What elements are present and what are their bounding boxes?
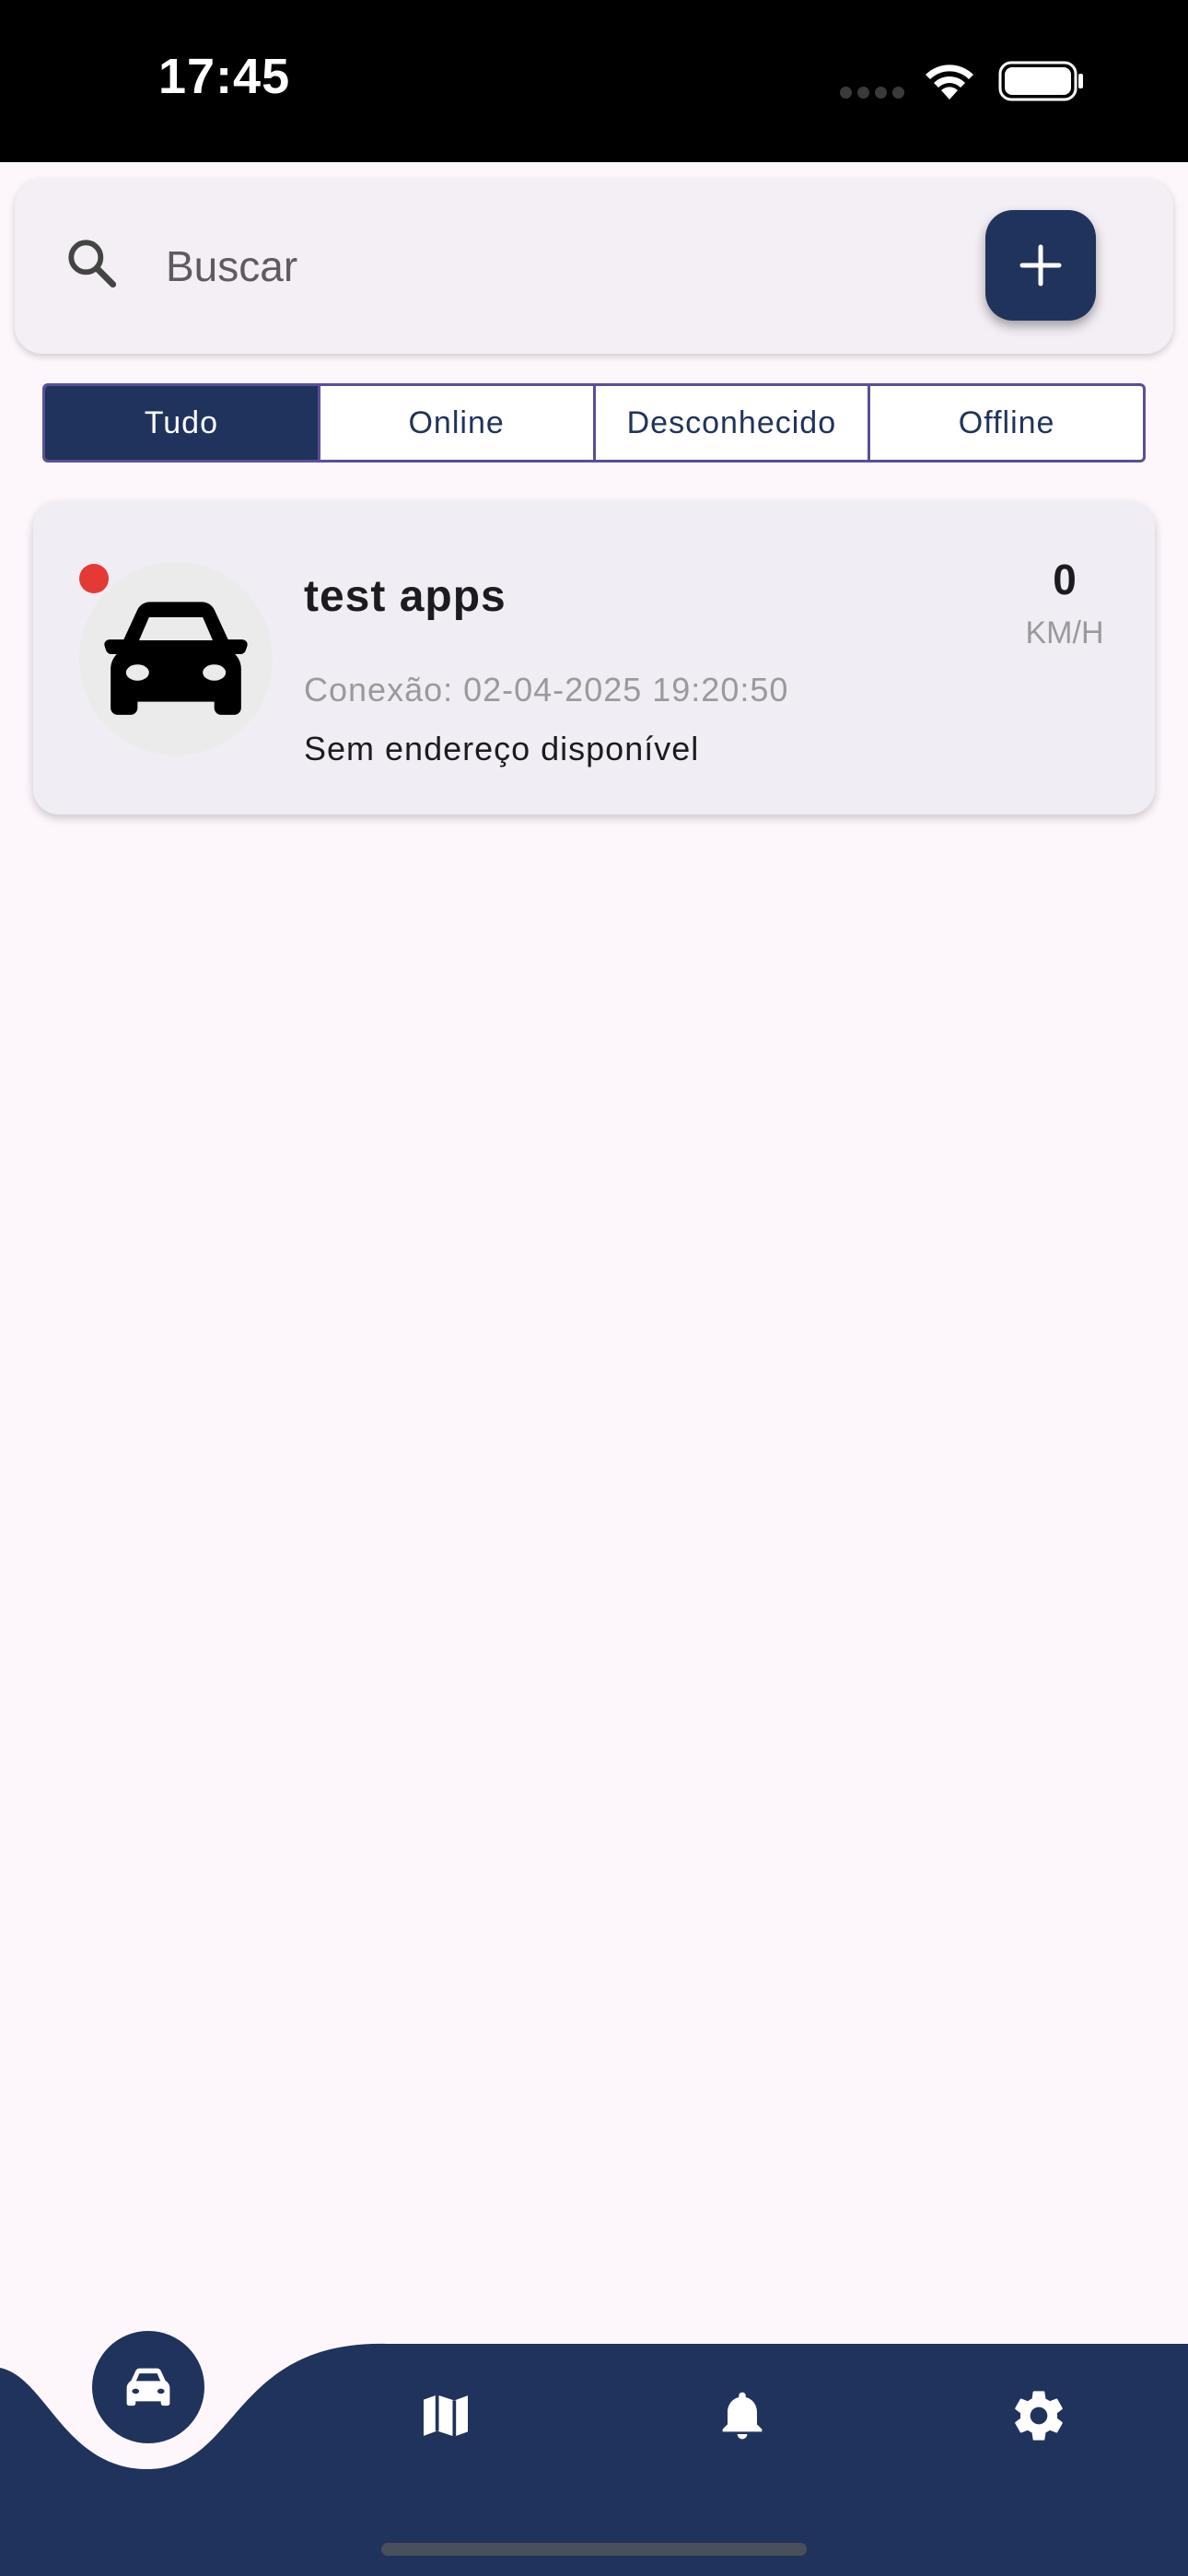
status-bar: 17:45 <box>0 0 1188 162</box>
vehicle-address: Sem endereço disponível <box>304 730 700 767</box>
gear-icon <box>1015 2391 1063 2441</box>
offline-status-dot <box>79 564 109 593</box>
filter-tab-offline[interactable]: Offline <box>870 386 1143 460</box>
search-icon[interactable] <box>63 234 122 298</box>
search-input[interactable] <box>166 225 958 308</box>
vehicle-avatar <box>79 562 273 755</box>
bell-icon <box>722 2392 763 2440</box>
filter-tab-desconhecido[interactable]: Desconhecido <box>596 386 871 460</box>
status-time: 17:45 <box>158 49 291 104</box>
map-icon <box>424 2395 468 2437</box>
nav-settings-button[interactable] <box>1002 2379 1076 2453</box>
nav-vehicles-button[interactable] <box>92 2331 204 2443</box>
car-icon <box>126 2368 170 2406</box>
vehicle-card[interactable]: test apps Conexão: 02-04-2025 19:20:50 S… <box>33 501 1155 814</box>
filter-tab-tudo[interactable]: Tudo <box>45 386 320 460</box>
status-filter: Tudo Online Desconhecido Offline <box>42 383 1146 463</box>
nav-notifications-button[interactable] <box>705 2379 779 2453</box>
plus-icon <box>1019 244 1062 287</box>
add-vehicle-button[interactable] <box>985 210 1096 321</box>
speed-value: 0 <box>1053 556 1077 603</box>
car-icon <box>104 602 248 715</box>
nav-map-button[interactable] <box>409 2379 483 2453</box>
signal-dots-icon <box>840 87 910 103</box>
app-screen: 17:45 Buscar Tudo Online Desconhecido Of… <box>0 0 1188 2576</box>
vehicle-name: test apps <box>304 572 507 621</box>
wifi-icon <box>921 59 978 106</box>
home-indicator[interactable] <box>381 2543 807 2556</box>
filter-tab-online[interactable]: Online <box>320 386 596 460</box>
search-bar <box>15 179 1173 354</box>
speed-unit: KM/H <box>1025 615 1104 650</box>
connection-time: Conexão: 02-04-2025 19:20:50 <box>304 671 789 708</box>
battery-icon <box>998 61 1085 106</box>
